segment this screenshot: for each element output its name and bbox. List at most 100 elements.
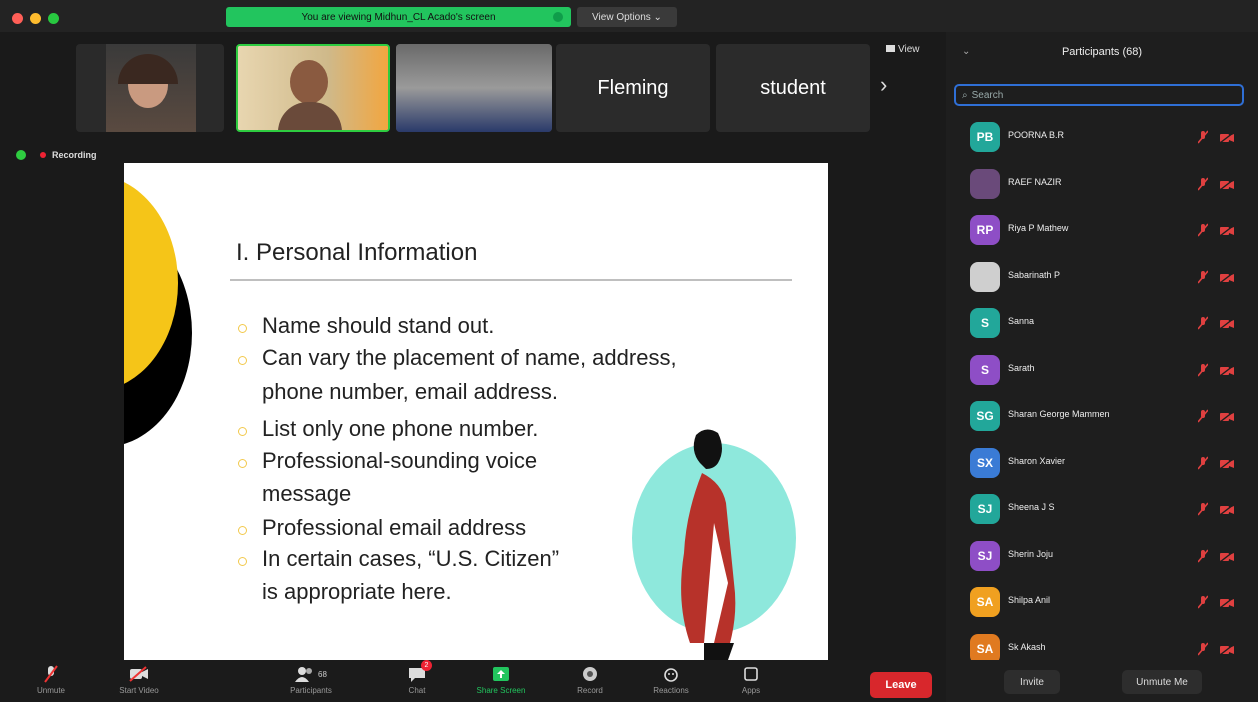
recording-indicator: Recording xyxy=(16,150,97,160)
bullet-icon xyxy=(238,526,247,535)
reactions-icon xyxy=(661,664,681,684)
search-placeholder: Search xyxy=(971,89,1004,101)
close-window-button[interactable] xyxy=(12,13,23,24)
video-off-icon xyxy=(1219,224,1234,237)
reactions-label: Reactions xyxy=(653,686,689,695)
muted-microphone-icon xyxy=(41,664,61,684)
viewing-banner-text: You are viewing Midhun_CL Acado's screen xyxy=(301,11,496,23)
participant-row[interactable]: SG Sharan George Mammen xyxy=(946,393,1258,439)
avatar xyxy=(970,261,1000,292)
avatar: SA xyxy=(970,587,1000,617)
participant-row[interactable]: S Sarath xyxy=(946,347,1258,393)
share-screen-icon xyxy=(491,664,511,684)
participant-name: Sk Akash xyxy=(1008,641,1046,652)
chat-icon: 2 xyxy=(407,660,432,684)
muted-microphone-icon xyxy=(1197,548,1209,563)
participant-row[interactable]: SJ Sherin Joju xyxy=(946,533,1258,579)
participant-name: Sanna xyxy=(1008,316,1035,326)
slide-line: phone number, email address. xyxy=(262,379,558,404)
video-off-icon xyxy=(1219,317,1234,330)
slide-title: I. Personal Information xyxy=(236,239,478,266)
viewing-screen-banner: You are viewing Midhun_CL Acado's screen xyxy=(226,7,571,27)
video-off-icon xyxy=(129,664,149,684)
recording-dot-icon xyxy=(40,152,46,158)
recording-label: Recording xyxy=(52,150,97,160)
unmute-me-button[interactable]: Unmute Me xyxy=(1122,670,1202,694)
apps-button[interactable]: Apps xyxy=(716,664,786,695)
participant-row[interactable]: SJ Sheena J S xyxy=(946,486,1258,532)
video-tile-1[interactable] xyxy=(76,44,224,132)
video-tile-student[interactable]: student xyxy=(716,44,870,132)
participants-icon: 68 xyxy=(291,664,331,684)
video-off-icon xyxy=(1219,131,1234,144)
bullet-icon xyxy=(238,557,247,566)
video-off-icon xyxy=(1219,410,1234,423)
muted-microphone-icon xyxy=(1197,223,1209,237)
participant-row[interactable]: RAEF NAZIR xyxy=(946,161,1258,207)
slide-line: message xyxy=(262,481,352,506)
zoom-window-button[interactable] xyxy=(48,13,59,24)
start-video-button[interactable]: Start Video xyxy=(104,664,174,695)
participants-panel: ⌄ Participants (68) ⌕ Search PB POORNA B.… xyxy=(946,32,1258,702)
participant-row[interactable]: RP Riya P Mathew xyxy=(946,207,1258,253)
reactions-button[interactable]: Reactions xyxy=(636,664,706,695)
video-off-icon xyxy=(1219,457,1234,470)
participant-list: PB POORNA B.R RAEF NAZIR RP Riya P Mathew Sab… xyxy=(946,114,1258,660)
muted-microphone-icon xyxy=(1197,316,1209,330)
view-toggle-button[interactable]: View xyxy=(886,44,920,55)
avatar: S xyxy=(970,354,1000,385)
avatar: PB xyxy=(970,122,1000,152)
participant-name: RAEF NAZIR xyxy=(1008,176,1062,187)
avatar xyxy=(970,168,1000,199)
banner-close-icon[interactable] xyxy=(553,12,563,22)
view-options-button[interactable]: View Options ⌄ xyxy=(577,7,677,27)
participant-row[interactable]: PB POORNA B.R xyxy=(946,114,1258,160)
minimize-window-button[interactable] xyxy=(30,13,41,24)
avatar: SA xyxy=(970,633,1000,660)
participants-button[interactable]: 68 Participants xyxy=(276,664,346,695)
search-icon: ⌕ xyxy=(962,89,968,101)
participant-video xyxy=(396,44,552,132)
participant-search-input[interactable]: ⌕ Search xyxy=(954,84,1244,106)
video-tile-2-active-speaker[interactable] xyxy=(236,44,390,132)
record-icon xyxy=(580,664,600,684)
slide-line: Name should stand out. xyxy=(262,313,495,338)
muted-microphone-icon xyxy=(1197,502,1209,516)
video-off-icon xyxy=(1219,596,1234,609)
bullet-icon xyxy=(238,427,247,436)
video-tile-fleming[interactable]: Fleming xyxy=(556,44,710,132)
unmute-button[interactable]: Unmute xyxy=(16,664,86,695)
participants-count: 68 xyxy=(318,669,327,679)
chat-badge: 2 xyxy=(421,660,432,671)
view-label: View xyxy=(898,44,920,55)
next-page-arrow-icon[interactable]: › xyxy=(880,72,887,98)
leave-button[interactable]: Leave xyxy=(870,672,932,698)
slide-line: is appropriate here. xyxy=(262,579,452,604)
participant-row[interactable]: SA Shilpa Anil xyxy=(946,579,1258,625)
avatar: SJ xyxy=(970,494,1000,524)
chat-button[interactable]: 2 Chat xyxy=(382,660,452,695)
share-screen-button[interactable]: Share Screen xyxy=(466,664,536,695)
slide-line: Professional-sounding voice xyxy=(262,448,538,473)
avatar: RP xyxy=(970,215,1000,245)
apps-icon xyxy=(741,664,761,684)
video-thumbnail-strip: Fleming student › xyxy=(0,32,946,144)
record-button[interactable]: Record xyxy=(555,664,625,695)
slide-line: Professional email address xyxy=(262,515,527,540)
participant-row[interactable]: S Sanna xyxy=(946,300,1258,346)
muted-microphone-icon xyxy=(1197,362,1209,377)
bullet-icon xyxy=(238,356,247,365)
participant-row[interactable]: SA Sk Akash xyxy=(946,626,1258,660)
participant-row[interactable]: Sabarinath P xyxy=(946,254,1258,300)
slide-line: In certain cases, “U.S. Citizen” xyxy=(262,546,560,571)
muted-microphone-icon xyxy=(1197,595,1209,609)
participant-name: Sabarinath P xyxy=(1008,269,1061,280)
muted-microphone-icon xyxy=(1197,641,1209,656)
video-tile-3[interactable] xyxy=(396,44,552,132)
participant-name: Sarath xyxy=(1008,362,1035,373)
invite-button[interactable]: Invite xyxy=(1004,670,1060,694)
chat-label: Chat xyxy=(408,686,426,695)
participant-row[interactable]: SX Sharon Xavier xyxy=(946,440,1258,486)
shared-screen-slide: I. Personal Information Name should stan… xyxy=(124,163,828,660)
tile-name: student xyxy=(760,76,826,99)
